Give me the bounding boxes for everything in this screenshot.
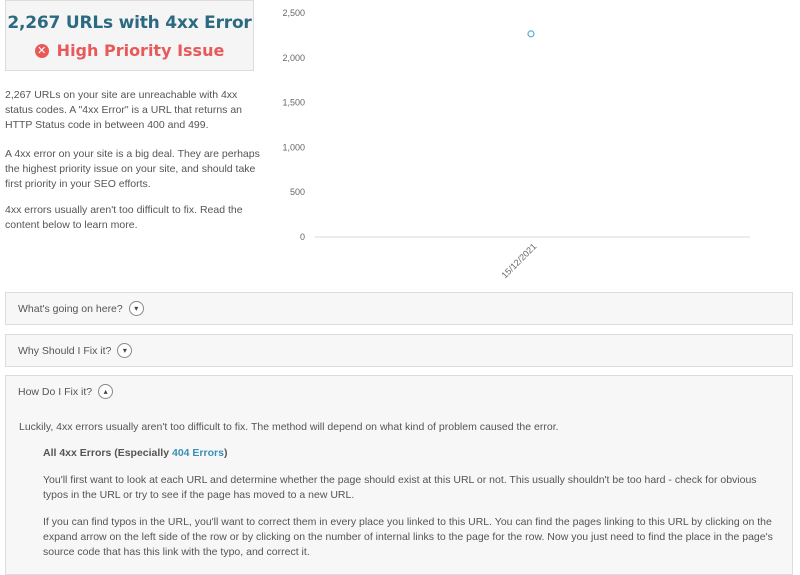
fix-intro: Luckily, 4xx errors usually aren't too d…	[19, 421, 559, 433]
chevron-down-icon[interactable]: ▾	[128, 301, 144, 316]
data-point[interactable]	[527, 30, 535, 38]
y-tick-label: 500	[290, 187, 305, 197]
chevron-down-icon[interactable]: ▾	[117, 343, 133, 358]
section-why-fix[interactable]: Why Should I Fix it? ▾	[5, 334, 793, 367]
y-tick-label: 0	[300, 232, 305, 242]
description-paragraph: A 4xx error on your site is a big deal. …	[5, 148, 260, 190]
y-tick-label: 1,500	[282, 98, 305, 108]
y-tick-label: 1,000	[282, 142, 305, 152]
fix-paragraph: If you can find typos in the URL, you'll…	[43, 516, 773, 558]
priority-label: High Priority Issue	[56, 41, 225, 60]
404-errors-link[interactable]: 404 Errors	[172, 447, 224, 459]
y-tick-label: 2,000	[282, 53, 305, 63]
section-label: Why Should I Fix it?	[18, 344, 112, 357]
section-label: What's going on here?	[18, 302, 123, 315]
y-tick-label: 2,500	[282, 8, 305, 18]
description-paragraph: 4xx errors usually aren't too difficult …	[5, 204, 243, 231]
issue-summary-card: 2,267 URLs with 4xx Error ✕ High Priorit…	[5, 0, 254, 71]
priority-badge: ✕ High Priority Issue	[6, 41, 253, 60]
error-trend-chart: 2,500 2,000 1,500 1,000 500 0 15/12/2021	[282, 8, 750, 280]
section-how-fix[interactable]: How Do I Fix it? ▴ Luckily, 4xx errors u…	[5, 375, 793, 575]
section-label: How Do I Fix it?	[18, 385, 93, 398]
chevron-up-icon[interactable]: ▴	[98, 384, 114, 399]
description-paragraph: 2,267 URLs on your site are unreachable …	[5, 89, 243, 131]
x-tick-label: 15/12/2021	[499, 241, 538, 280]
fix-subheading: All 4xx Errors (Especially 404 Errors)	[43, 447, 228, 459]
issue-title: 2,267 URLs with 4xx Error	[7, 13, 252, 33]
x-circle-icon: ✕	[34, 43, 49, 58]
section-whats-going-on[interactable]: What's going on here? ▾	[5, 292, 793, 325]
fix-paragraph: You'll first want to look at each URL an…	[43, 474, 757, 501]
